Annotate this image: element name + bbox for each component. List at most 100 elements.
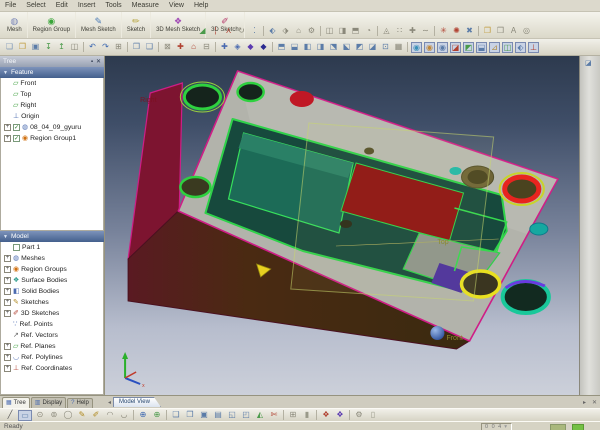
send-to-cad-icon[interactable]: ❐ bbox=[481, 25, 494, 37]
snapshot-icon[interactable]: ◫ bbox=[68, 41, 81, 53]
menu-view[interactable]: View bbox=[169, 2, 184, 9]
settings-icon[interactable]: ⚙ bbox=[352, 409, 366, 421]
fix-holes-icon[interactable]: ⌂ bbox=[292, 25, 305, 37]
mesh-button[interactable]: ◍Mesh bbox=[2, 12, 28, 38]
overlay-view-icon[interactable]: ⊞ bbox=[286, 409, 300, 421]
tree-item-top[interactable]: ▱Top bbox=[1, 89, 103, 100]
arc-tool-icon[interactable]: ◠ bbox=[103, 409, 117, 421]
tree-item-3d-sketches[interactable]: +✐3D Sketches bbox=[1, 308, 103, 319]
mesh-sketch-button[interactable]: ✎Mesh Sketch bbox=[76, 12, 122, 38]
array-icon[interactable]: ∷ bbox=[393, 25, 406, 37]
view-previous-icon[interactable]: ❑ bbox=[143, 41, 156, 53]
expander-icon[interactable]: + bbox=[4, 310, 11, 317]
morph-icon[interactable]: ∼ bbox=[419, 25, 432, 37]
tree-item-origin[interactable]: ⊥Origin bbox=[1, 111, 103, 122]
mode-solid-icon[interactable]: ⬓ bbox=[476, 42, 487, 53]
tree-item-surface-bodies[interactable]: +❖Surface Bodies bbox=[1, 275, 103, 286]
browser-icon[interactable]: ◎ bbox=[520, 25, 533, 37]
menu-edit[interactable]: Edit bbox=[56, 2, 68, 9]
clip-plane-icon[interactable]: ✄ bbox=[267, 409, 281, 421]
locate-icon[interactable]: ⌂ bbox=[187, 41, 200, 53]
annotation-icon[interactable]: A bbox=[507, 25, 520, 37]
optimize-icon[interactable]: ⚙ bbox=[305, 25, 318, 37]
expander-icon[interactable]: + bbox=[4, 343, 11, 350]
tab-model-view[interactable]: Model View bbox=[113, 397, 161, 407]
expander-icon[interactable]: + bbox=[4, 255, 11, 262]
repeat-icon[interactable]: ⊞ bbox=[112, 41, 125, 53]
view-back-icon[interactable]: ⬓ bbox=[288, 41, 301, 53]
menu-measure[interactable]: Measure bbox=[132, 2, 159, 9]
model-viewport[interactable]: Right Top Front x bbox=[105, 56, 579, 395]
expander-icon[interactable]: + bbox=[4, 124, 11, 131]
close-panel-icon[interactable]: ✕ bbox=[96, 58, 101, 65]
tree-item-ref-coordinates[interactable]: +⊥Ref. Coordinates bbox=[1, 363, 103, 374]
tab-display[interactable]: ▥Display bbox=[31, 397, 66, 408]
shade-textured-icon[interactable]: ▤ bbox=[211, 409, 225, 421]
align-icon[interactable]: ⋏ bbox=[222, 25, 235, 37]
zoom-in-icon[interactable]: ⊕ bbox=[136, 409, 150, 421]
visibility-checkbox[interactable]: ✓ bbox=[13, 124, 20, 131]
mode-plane-icon[interactable]: ◫ bbox=[502, 42, 513, 53]
tree-item-ref-polylines[interactable]: +◡Ref. Polylines bbox=[1, 352, 103, 363]
expander-icon[interactable]: + bbox=[4, 288, 11, 295]
expander-icon[interactable]: + bbox=[4, 354, 11, 361]
tree-item-region-group1[interactable]: +✓◉Region Group1 bbox=[1, 133, 103, 144]
counter-dropdown-icon[interactable]: ▾ bbox=[504, 424, 508, 430]
menu-select[interactable]: Select bbox=[26, 2, 45, 9]
combine-icon[interactable]: ⬗ bbox=[279, 25, 292, 37]
export-icon[interactable]: ↥ bbox=[55, 41, 68, 53]
shade-wireframe-icon[interactable]: ❑ bbox=[169, 409, 183, 421]
sketch-button[interactable]: ✏Sketch bbox=[122, 12, 151, 38]
rotate-view-icon[interactable]: ◈ bbox=[231, 41, 244, 53]
expander-icon[interactable]: + bbox=[4, 277, 11, 284]
view-front-icon[interactable]: ⬒ bbox=[275, 41, 288, 53]
lighting-icon[interactable]: ❖ bbox=[333, 409, 347, 421]
decimate-icon[interactable]: ⁚ bbox=[248, 25, 261, 37]
divide-icon[interactable]: ¦ bbox=[209, 25, 222, 37]
zoom-view-icon[interactable]: ◆ bbox=[244, 41, 257, 53]
expander-icon[interactable]: + bbox=[4, 365, 11, 372]
view-right-icon[interactable]: ◨ bbox=[314, 41, 327, 53]
view-dimetric-icon[interactable]: ◪ bbox=[366, 41, 379, 53]
menu-help[interactable]: Help bbox=[194, 2, 208, 9]
shade-points-icon[interactable]: ◱ bbox=[225, 409, 239, 421]
tree-item-part-1[interactable]: Part 1 bbox=[1, 242, 103, 253]
tree-item-ref-points[interactable]: ∵Ref. Points bbox=[1, 319, 103, 330]
mode-polyline-icon[interactable]: ◪ bbox=[450, 42, 461, 53]
render-options-icon[interactable]: ❖ bbox=[319, 409, 333, 421]
tab-scroll-left-icon[interactable]: ◂ bbox=[106, 399, 113, 406]
shade-solid-icon[interactable]: ▣ bbox=[197, 409, 211, 421]
tab-help[interactable]: ?Help bbox=[67, 398, 93, 408]
shade-edges-icon[interactable]: ◰ bbox=[239, 409, 253, 421]
rewrap-icon[interactable]: ↻ bbox=[235, 25, 248, 37]
tree-item-region-groups[interactable]: +◉Region Groups bbox=[1, 264, 103, 275]
shell-icon[interactable]: ◨ bbox=[336, 25, 349, 37]
ellipse-tool-icon[interactable]: ◯ bbox=[61, 409, 75, 421]
tree-item-ref-vectors[interactable]: ↗Ref. Vectors bbox=[1, 330, 103, 341]
dock-handle[interactable]: ▯ bbox=[366, 409, 380, 421]
tree-item-ref-planes[interactable]: +▱Ref. Planes bbox=[1, 341, 103, 352]
zoom-window-icon[interactable]: ⊠ bbox=[161, 41, 174, 53]
freehand-tool-icon[interactable]: ✎ bbox=[75, 409, 89, 421]
expander-icon[interactable]: + bbox=[4, 135, 11, 142]
smooth-icon[interactable]: ⬒ bbox=[349, 25, 362, 37]
redo-icon[interactable]: ↷ bbox=[99, 41, 112, 53]
zoom-fit-icon[interactable]: ⊕ bbox=[150, 409, 164, 421]
splitter-handle[interactable]: ▮ bbox=[300, 409, 314, 421]
pick-icon[interactable]: ✚ bbox=[174, 41, 187, 53]
circle-3pt-icon[interactable]: ⊚ bbox=[47, 409, 61, 421]
menu-tools[interactable]: Tools bbox=[105, 2, 121, 9]
shade-hidden-icon[interactable]: ❒ bbox=[183, 409, 197, 421]
open-file-icon[interactable]: ❐ bbox=[16, 41, 29, 53]
pan-icon[interactable]: ✚ bbox=[218, 41, 231, 53]
expander-icon[interactable]: + bbox=[4, 299, 11, 306]
transform-icon[interactable]: ✚ bbox=[406, 25, 419, 37]
menu-insert[interactable]: Insert bbox=[78, 2, 96, 9]
view-top-icon[interactable]: ⬔ bbox=[327, 41, 340, 53]
zoom-out-icon[interactable]: ⊟ bbox=[200, 41, 213, 53]
tree-item-front[interactable]: ▱Front bbox=[1, 78, 103, 89]
local-remesh-icon[interactable]: ✺ bbox=[450, 25, 463, 37]
mode-coordinate-icon[interactable]: ⊥ bbox=[528, 42, 539, 53]
viewport-layout-icon[interactable]: ▦ bbox=[392, 41, 405, 53]
expand-panel-icon[interactable]: ◪ bbox=[585, 59, 592, 67]
